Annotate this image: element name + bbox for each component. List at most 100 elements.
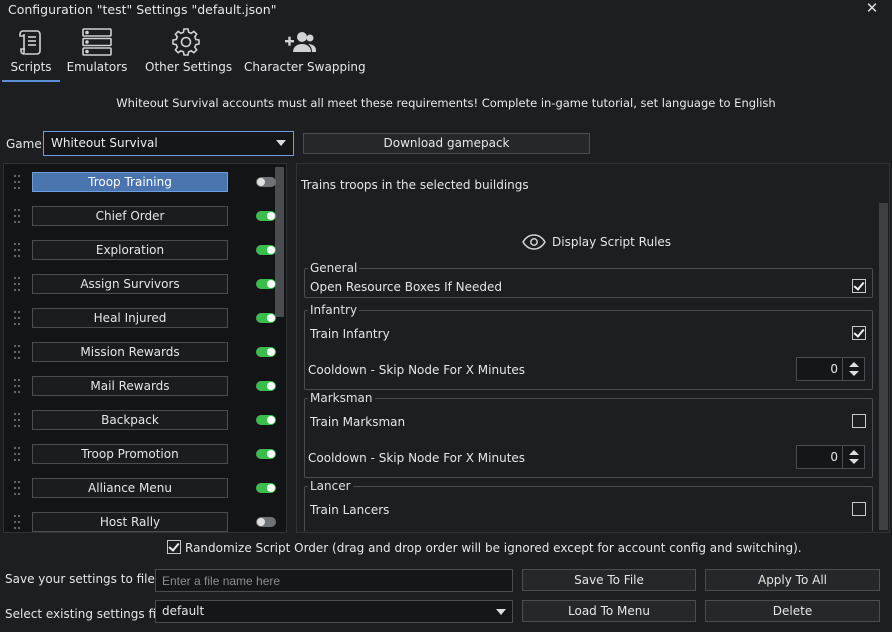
- script-item-button[interactable]: Backpack: [32, 410, 228, 430]
- script-item-button[interactable]: Exploration: [32, 240, 228, 260]
- script-item-button[interactable]: Alliance Menu: [32, 478, 228, 498]
- add-user-icon: [285, 32, 316, 52]
- toggle-knob: [257, 178, 265, 186]
- detail-scrollbar[interactable]: [879, 203, 888, 530]
- eye-icon: [522, 234, 546, 250]
- save-to-file-button[interactable]: Save To File: [522, 569, 696, 591]
- settings-file-select[interactable]: default: [155, 600, 513, 623]
- script-item[interactable]: Exploration: [7, 239, 277, 261]
- gear-icon: [172, 28, 200, 56]
- script-enabled-toggle[interactable]: [256, 245, 276, 255]
- drag-handle-icon[interactable]: [13, 377, 21, 395]
- drag-handle-icon[interactable]: [13, 309, 21, 327]
- train-lancers-label: Train Lancers: [310, 503, 390, 517]
- open-resource-boxes-checkbox[interactable]: [852, 279, 866, 293]
- tab-character-swapping[interactable]: Character Swapping: [244, 24, 366, 82]
- script-enabled-toggle[interactable]: [256, 279, 276, 289]
- drag-handle-icon[interactable]: [13, 343, 21, 361]
- script-description: Trains troops in the selected buildings: [301, 178, 529, 192]
- game-label: Game:: [6, 137, 46, 151]
- script-enabled-toggle[interactable]: [256, 347, 276, 357]
- apply-to-all-button[interactable]: Apply To All: [705, 569, 880, 591]
- train-infantry-checkbox[interactable]: [852, 326, 866, 340]
- script-item-button[interactable]: Chief Order: [32, 206, 228, 226]
- script-item-button[interactable]: Host Rally: [32, 512, 228, 532]
- drag-handle-icon[interactable]: [13, 513, 21, 531]
- tab-other-settings-label: Other Settings: [145, 60, 233, 74]
- display-script-rules-button[interactable]: Display Script Rules: [522, 234, 671, 250]
- script-enabled-toggle[interactable]: [256, 211, 276, 221]
- display-script-rules-label: Display Script Rules: [552, 235, 672, 249]
- drag-handle-icon[interactable]: [13, 241, 21, 259]
- script-list: Troop Training Chief Order Exploration Assi…: [3, 163, 287, 533]
- drag-handle-icon[interactable]: [13, 275, 21, 293]
- script-enabled-toggle[interactable]: [256, 177, 276, 187]
- lancer-group-title: Lancer: [308, 479, 353, 493]
- script-enabled-toggle[interactable]: [256, 313, 276, 323]
- game-select[interactable]: Whiteout Survival: [43, 131, 294, 156]
- script-item[interactable]: Host Rally: [7, 511, 277, 533]
- toggle-knob: [267, 382, 275, 390]
- script-item[interactable]: Assign Survivors: [7, 273, 277, 295]
- train-marksman-label: Train Marksman: [310, 415, 406, 429]
- infantry-cooldown-spinbox[interactable]: 0: [796, 357, 865, 381]
- script-item-button[interactable]: Troop Training: [32, 172, 228, 192]
- toggle-knob: [267, 348, 275, 356]
- drag-handle-icon[interactable]: [13, 173, 21, 191]
- drag-handle-icon[interactable]: [13, 411, 21, 429]
- spin-up-icon[interactable]: [849, 450, 859, 455]
- randomize-checkbox[interactable]: [167, 540, 181, 554]
- tab-character-swapping-label: Character Swapping: [244, 60, 366, 74]
- marksman-cooldown-value: 0: [830, 450, 838, 464]
- tab-other-settings[interactable]: Other Settings: [145, 24, 233, 82]
- infantry-group-title: Infantry: [308, 303, 360, 317]
- train-marksman-checkbox[interactable]: [852, 414, 866, 428]
- drag-handle-icon[interactable]: [13, 445, 21, 463]
- spin-down-icon[interactable]: [849, 371, 859, 376]
- drag-handle-icon[interactable]: [13, 207, 21, 225]
- tab-emulators[interactable]: Emulators: [66, 24, 128, 82]
- spin-down-icon[interactable]: [849, 459, 859, 464]
- train-lancers-checkbox[interactable]: [852, 502, 866, 516]
- marksman-group-title: Marksman: [308, 391, 375, 405]
- script-enabled-toggle[interactable]: [256, 449, 276, 459]
- script-item[interactable]: Mission Rewards: [7, 341, 277, 363]
- toggle-knob: [267, 416, 275, 424]
- infantry-group: [304, 310, 873, 390]
- script-item[interactable]: Alliance Menu: [7, 477, 277, 499]
- script-enabled-toggle[interactable]: [256, 415, 276, 425]
- script-item[interactable]: Backpack: [7, 409, 277, 431]
- file-name-input[interactable]: [155, 569, 513, 592]
- close-icon[interactable]: ✕: [862, 0, 882, 17]
- general-group-title: General: [308, 261, 360, 275]
- script-item-button[interactable]: Mission Rewards: [32, 342, 228, 362]
- script-item-button[interactable]: Assign Survivors: [32, 274, 228, 294]
- select-settings-label: Select existing settings file: [5, 607, 167, 621]
- script-item-button[interactable]: Heal Injured: [32, 308, 228, 328]
- script-item[interactable]: Troop Training: [7, 171, 277, 193]
- spin-up-icon[interactable]: [849, 362, 859, 367]
- script-item-button[interactable]: Troop Promotion: [32, 444, 228, 464]
- save-settings-label: Save your settings to file: [5, 572, 155, 586]
- tab-scripts[interactable]: Scripts: [2, 24, 60, 82]
- marksman-group: [304, 398, 873, 478]
- toggle-knob: [257, 518, 265, 526]
- script-enabled-toggle[interactable]: [256, 517, 276, 527]
- load-to-menu-button[interactable]: Load To Menu: [522, 600, 696, 622]
- marksman-cooldown-spinbox[interactable]: 0: [796, 445, 865, 469]
- toggle-knob: [267, 246, 275, 254]
- drag-handle-icon[interactable]: [13, 479, 21, 497]
- tab-scripts-label: Scripts: [10, 60, 52, 74]
- script-item[interactable]: Mail Rewards: [7, 375, 277, 397]
- script-item[interactable]: Chief Order: [7, 205, 277, 227]
- script-item-button[interactable]: Mail Rewards: [32, 376, 228, 396]
- marksman-cooldown-label: Cooldown - Skip Node For X Minutes: [308, 451, 526, 465]
- infantry-cooldown-value: 0: [830, 362, 838, 376]
- script-item[interactable]: Heal Injured: [7, 307, 277, 329]
- download-gamepack-button[interactable]: Download gamepack: [303, 133, 590, 154]
- script-item[interactable]: Troop Promotion: [7, 443, 277, 465]
- script-enabled-toggle[interactable]: [256, 483, 276, 493]
- script-enabled-toggle[interactable]: [256, 381, 276, 391]
- delete-button[interactable]: Delete: [705, 600, 880, 622]
- requirements-text: Whiteout Survival accounts must all meet…: [116, 96, 776, 110]
